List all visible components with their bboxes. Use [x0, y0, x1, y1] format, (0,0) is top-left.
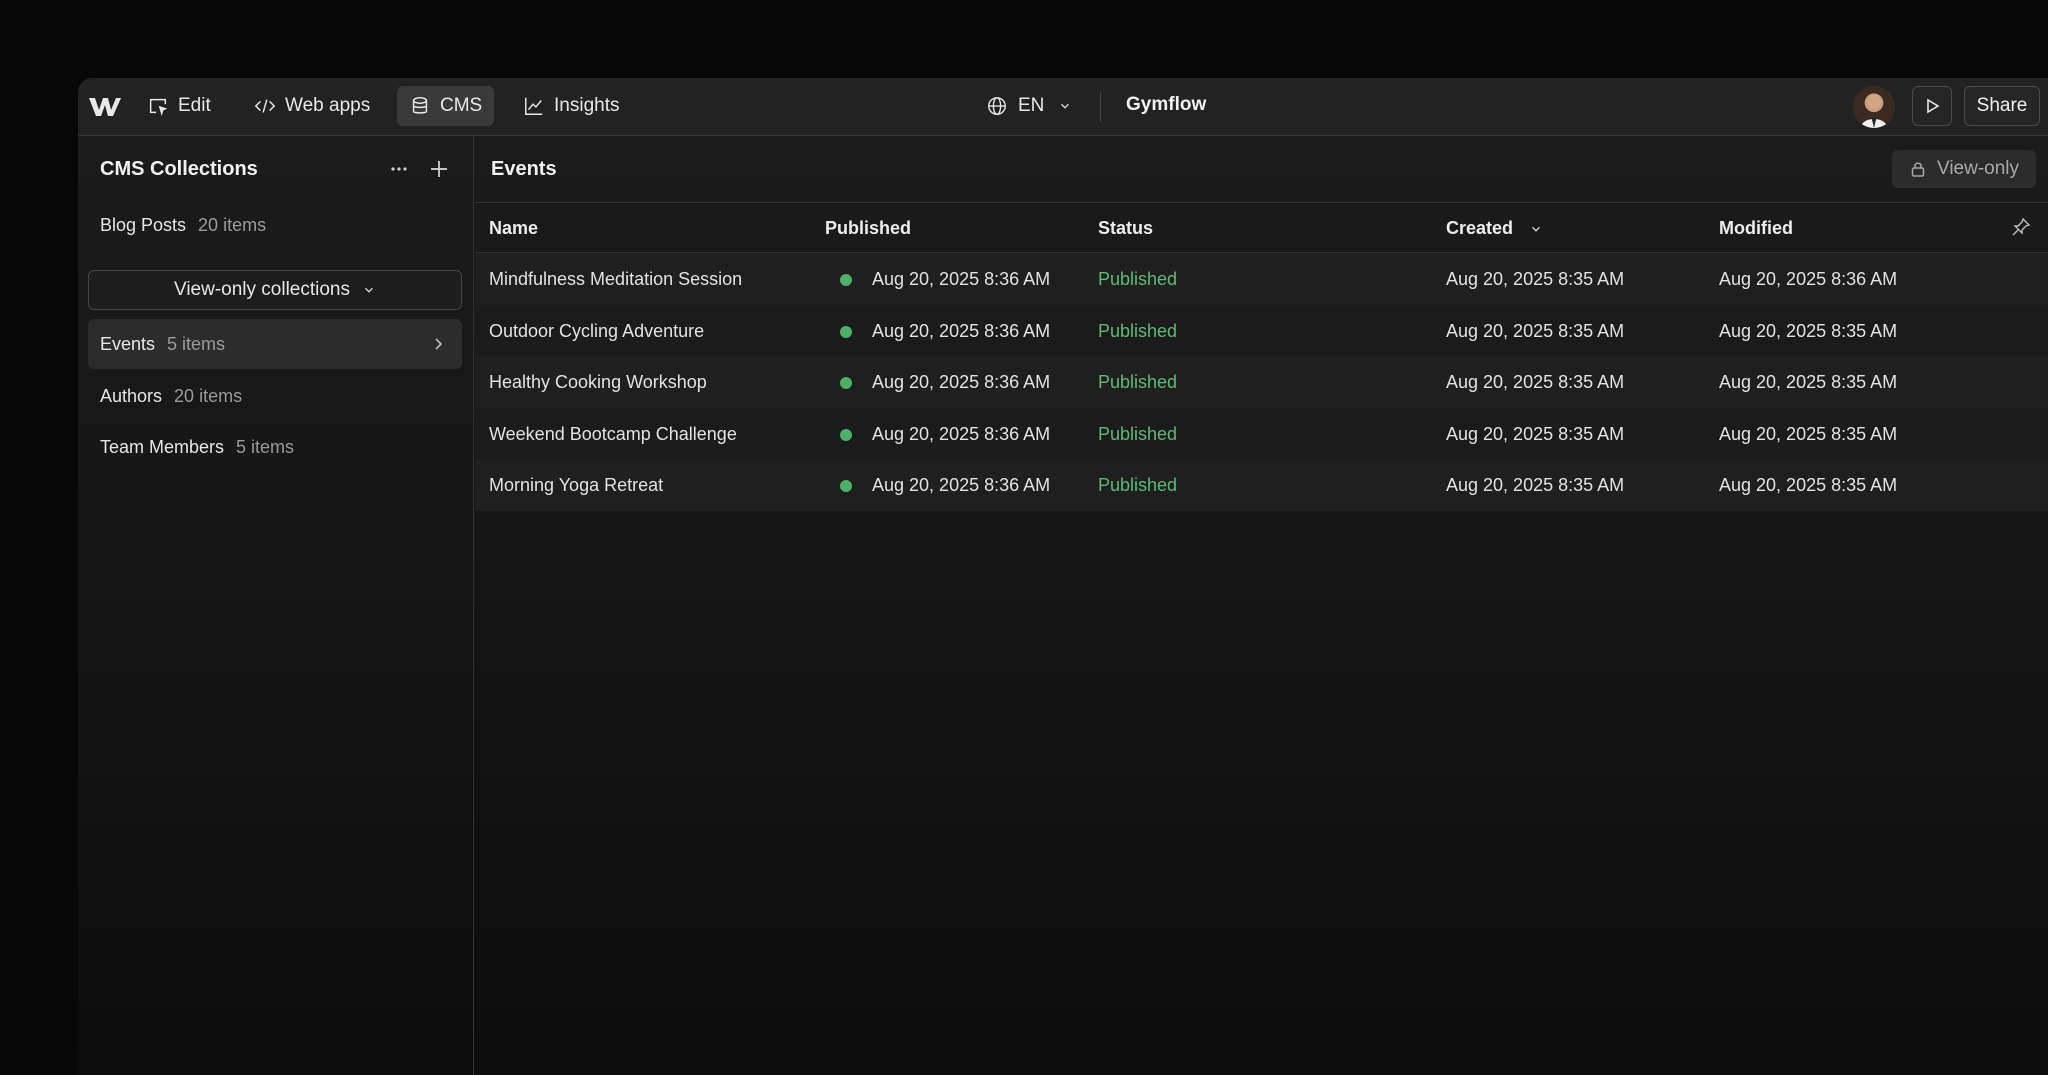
column-header-created-label: Created — [1446, 218, 1514, 238]
more-horizontal-icon — [391, 167, 407, 171]
table-body: Mindfulness Meditation Session Aug 20, 2… — [475, 253, 2048, 511]
table-row[interactable]: Morning Yoga Retreat Aug 20, 2025 8:36 A… — [475, 459, 2048, 511]
edit-cursor-icon — [149, 98, 168, 117]
language-label: EN — [1018, 95, 1045, 116]
table-header: Name Published Status Created Modified — [475, 202, 2048, 253]
pin-icon[interactable] — [2011, 217, 2031, 237]
cell-modified: Aug 20, 2025 8:35 AM — [1719, 475, 1898, 495]
column-header-modified[interactable]: Modified — [1719, 218, 1793, 239]
cell-created: Aug 20, 2025 8:35 AM — [1446, 269, 1625, 289]
cell-modified: Aug 20, 2025 8:35 AM — [1719, 320, 1898, 341]
cell-status: Published — [1098, 269, 1178, 289]
collection-name: Blog Posts — [100, 214, 187, 235]
column-header-created[interactable]: Created — [1446, 218, 1543, 239]
sidebar-item-blog-posts[interactable]: Blog Posts 20 items — [88, 200, 462, 250]
play-icon — [1927, 98, 1940, 114]
cell-published: Aug 20, 2025 8:36 AM — [872, 269, 1051, 289]
site-name: Gymflow — [1126, 94, 1207, 115]
table-row[interactable]: Healthy Cooking Workshop Aug 20, 2025 8:… — [475, 356, 2048, 408]
sidebar-item-team-members[interactable]: Team Members 5 items — [88, 422, 462, 472]
cell-name: Morning Yoga Retreat — [489, 475, 664, 495]
sidebar-item-events[interactable]: Events 5 items — [88, 319, 462, 369]
chevron-right-icon — [435, 338, 443, 350]
share-button[interactable]: Share — [1964, 86, 2040, 126]
collection-count: 20 items — [198, 214, 267, 235]
collection-count: 5 items — [236, 436, 295, 457]
table-row[interactable]: Outdoor Cycling Adventure Aug 20, 2025 8… — [475, 304, 2048, 356]
cell-modified: Aug 20, 2025 8:35 AM — [1719, 372, 1898, 392]
cell-status: Published — [1098, 423, 1178, 444]
app-window: Edit Web apps CMS Insights EN Gymflow Sh… — [78, 78, 2048, 1075]
cell-name: Weekend Bootcamp Challenge — [489, 423, 737, 444]
cell-name: Outdoor Cycling Adventure — [489, 320, 705, 341]
column-header-name[interactable]: Name — [489, 218, 538, 239]
cell-created: Aug 20, 2025 8:35 AM — [1446, 423, 1625, 444]
cell-created: Aug 20, 2025 8:35 AM — [1446, 372, 1625, 392]
sidebar-title: CMS Collections — [100, 158, 258, 180]
chart-line-icon — [525, 97, 543, 115]
cell-modified: Aug 20, 2025 8:35 AM — [1719, 423, 1898, 444]
chevron-down-icon — [1061, 103, 1070, 109]
published-status-dot — [840, 428, 852, 441]
view-only-badge: View-only — [1892, 150, 2036, 188]
cell-published: Aug 20, 2025 8:36 AM — [872, 372, 1051, 392]
published-status-dot — [840, 274, 852, 286]
language-selector[interactable]: EN — [978, 86, 1080, 126]
published-status-dot — [840, 377, 852, 389]
divider — [1100, 92, 1101, 122]
cell-published: Aug 20, 2025 8:36 AM — [872, 423, 1051, 444]
edit-label: Edit — [178, 95, 211, 116]
globe-icon — [988, 97, 1006, 115]
column-header-published[interactable]: Published — [825, 218, 911, 239]
column-header-status[interactable]: Status — [1098, 218, 1153, 239]
insights-button[interactable]: Insights — [511, 86, 631, 126]
cell-published: Aug 20, 2025 8:36 AM — [872, 320, 1051, 341]
chevron-down-icon — [1532, 226, 1541, 232]
webflow-logo[interactable] — [88, 92, 122, 120]
add-collection-button[interactable] — [424, 154, 454, 184]
code-icon — [254, 99, 276, 113]
more-options-button[interactable] — [384, 154, 414, 184]
cell-name: Mindfulness Meditation Session — [489, 269, 743, 289]
cell-name: Healthy Cooking Workshop — [489, 372, 707, 392]
plus-icon — [431, 161, 447, 177]
cell-status: Published — [1098, 320, 1178, 341]
cms-button[interactable]: CMS — [397, 86, 495, 126]
items-table: Name Published Status Created Modified M… — [475, 202, 2048, 511]
table-row[interactable]: Mindfulness Meditation Session Aug 20, 2… — [475, 253, 2048, 305]
published-status-dot — [840, 480, 852, 492]
cms-label: CMS — [440, 95, 483, 116]
web-apps-label: Web apps — [285, 95, 371, 116]
cell-created: Aug 20, 2025 8:35 AM — [1446, 475, 1625, 495]
view-only-collections-label: View-only collections — [173, 279, 350, 300]
web-apps-button[interactable]: Web apps — [242, 86, 382, 126]
cms-sidebar: CMS Collections Blog Posts 20 items View… — [78, 136, 474, 1075]
cell-status: Published — [1098, 372, 1178, 392]
collection-count: 20 items — [174, 385, 243, 406]
cell-published: Aug 20, 2025 8:36 AM — [872, 475, 1051, 495]
insights-label: Insights — [554, 95, 620, 116]
view-only-collections-toggle[interactable]: View-only collections — [88, 270, 462, 310]
preview-button[interactable] — [1912, 86, 1952, 126]
edit-button[interactable]: Edit — [135, 86, 223, 126]
cell-modified: Aug 20, 2025 8:36 AM — [1719, 269, 1898, 289]
collection-count: 5 items — [167, 333, 226, 354]
collection-name: Team Members — [100, 436, 225, 457]
table-row[interactable]: Weekend Bootcamp Challenge Aug 20, 2025 … — [475, 407, 2048, 459]
chevron-down-icon — [365, 287, 373, 293]
collection-panel: Events View-only Name Published Status C… — [475, 136, 2048, 1075]
lock-icon — [1911, 162, 1925, 177]
published-status-dot — [840, 325, 852, 338]
top-bar: Edit Web apps CMS Insights EN Gymflow Sh… — [78, 78, 2048, 136]
collection-name: Events — [100, 333, 156, 354]
view-only-label: View-only — [1936, 158, 2020, 179]
collection-name: Authors — [100, 385, 163, 406]
avatar[interactable] — [1853, 86, 1895, 128]
sidebar-item-authors[interactable]: Authors 20 items — [88, 371, 462, 421]
cell-status: Published — [1098, 475, 1178, 495]
user-photo-icon — [1861, 95, 1887, 128]
cell-created: Aug 20, 2025 8:35 AM — [1446, 320, 1625, 341]
database-icon — [412, 97, 428, 114]
collection-title: Events — [491, 158, 557, 180]
